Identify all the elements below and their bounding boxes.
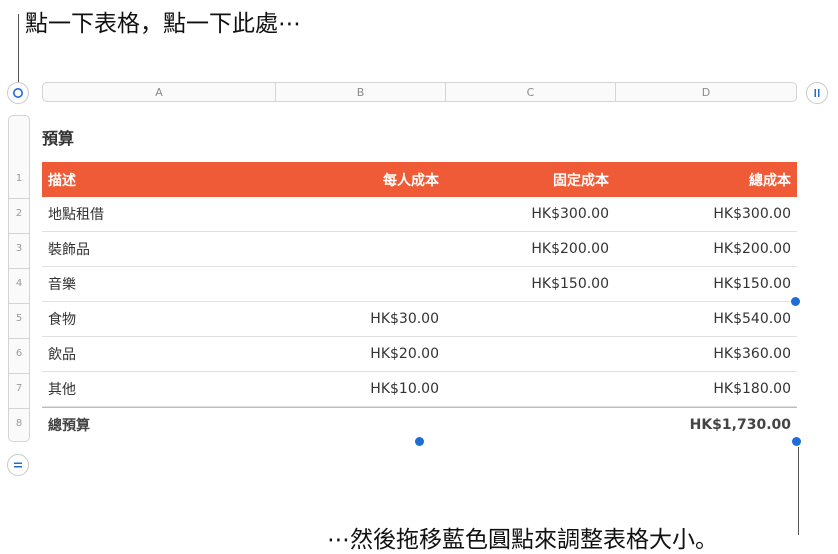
- table-cell[interactable]: [445, 302, 615, 336]
- row-header-5[interactable]: 5: [9, 313, 29, 324]
- table-cell[interactable]: 地點租借: [42, 197, 275, 231]
- table-cell[interactable]: HK$540.00: [615, 302, 797, 336]
- row-header-1[interactable]: 1: [9, 173, 29, 184]
- row-header-6[interactable]: 6: [9, 348, 29, 359]
- row-header-7[interactable]: 7: [9, 383, 29, 394]
- table-cell[interactable]: [445, 372, 615, 406]
- table-cell[interactable]: 其他: [42, 372, 275, 406]
- header-cell[interactable]: 總成本: [615, 162, 797, 197]
- callout-top-leader-line: [18, 14, 19, 84]
- column-header-bar: A B C D: [42, 82, 797, 102]
- callout-top: 點一下表格，點一下此處⋯: [25, 11, 301, 37]
- row-header-3[interactable]: 3: [9, 243, 29, 254]
- table-cell[interactable]: HK$200.00: [615, 232, 797, 266]
- table-title[interactable]: 預算: [42, 125, 74, 149]
- table-row[interactable]: 飲品 HK$20.00 HK$360.00: [42, 337, 797, 372]
- table-cell[interactable]: [275, 267, 445, 301]
- table-cell[interactable]: HK$360.00: [615, 337, 797, 371]
- table-header-row[interactable]: 描述 每人成本 固定成本 總成本: [42, 162, 797, 197]
- footer-cell[interactable]: HK$1,730.00: [615, 408, 797, 442]
- table-cell[interactable]: [275, 232, 445, 266]
- callout-bottom: ⋯然後拖移藍色圓點來調整表格大小。: [327, 527, 718, 553]
- table-row[interactable]: 地點租借 HK$300.00 HK$300.00: [42, 197, 797, 232]
- table-cell[interactable]: 音樂: [42, 267, 275, 301]
- table-row[interactable]: 音樂 HK$150.00 HK$150.00: [42, 267, 797, 302]
- row-header-8[interactable]: 8: [9, 418, 29, 429]
- column-header-b[interactable]: B: [276, 83, 446, 101]
- column-resize-handle[interactable]: [791, 297, 800, 306]
- header-cell[interactable]: 描述: [42, 162, 275, 197]
- column-header-d[interactable]: D: [616, 83, 796, 101]
- add-row-button[interactable]: [7, 454, 29, 476]
- table-cell[interactable]: 食物: [42, 302, 275, 336]
- column-header-a[interactable]: A: [43, 83, 276, 101]
- column-header-c[interactable]: C: [446, 83, 616, 101]
- pause-bars-icon: [814, 89, 820, 97]
- table-cell[interactable]: HK$10.00: [275, 372, 445, 406]
- circle-icon: [13, 88, 23, 98]
- add-column-button[interactable]: [806, 82, 828, 104]
- table-cell[interactable]: [445, 337, 615, 371]
- table-cell[interactable]: 飲品: [42, 337, 275, 371]
- table-cell[interactable]: HK$300.00: [445, 197, 615, 231]
- table-cell[interactable]: HK$150.00: [615, 267, 797, 301]
- corner-resize-handle[interactable]: [792, 437, 801, 446]
- table-cell[interactable]: 裝飾品: [42, 232, 275, 266]
- table-cell[interactable]: HK$20.00: [275, 337, 445, 371]
- callout-bottom-leader-line: [798, 447, 799, 535]
- footer-cell[interactable]: [445, 408, 615, 442]
- table-cell[interactable]: HK$300.00: [615, 197, 797, 231]
- table-cell[interactable]: HK$200.00: [445, 232, 615, 266]
- table-row[interactable]: 裝飾品 HK$200.00 HK$200.00: [42, 232, 797, 267]
- header-cell[interactable]: 固定成本: [445, 162, 615, 197]
- row-header-2[interactable]: 2: [9, 208, 29, 219]
- equals-bars-icon: [14, 462, 22, 468]
- row-resize-handle[interactable]: [415, 437, 424, 446]
- header-cell[interactable]: 每人成本: [275, 162, 445, 197]
- table-cell[interactable]: HK$30.00: [275, 302, 445, 336]
- table-cell[interactable]: HK$150.00: [445, 267, 615, 301]
- row-header-bar: 1 2 3 4 5 6 7 8: [8, 115, 30, 442]
- table-row[interactable]: 其他 HK$10.00 HK$180.00: [42, 372, 797, 407]
- table-cell[interactable]: [275, 197, 445, 231]
- row-header-4[interactable]: 4: [9, 278, 29, 289]
- table-cell[interactable]: HK$180.00: [615, 372, 797, 406]
- select-table-button[interactable]: [7, 82, 29, 104]
- table-row[interactable]: 食物 HK$30.00 HK$540.00: [42, 302, 797, 337]
- footer-cell[interactable]: 總預算: [42, 408, 275, 442]
